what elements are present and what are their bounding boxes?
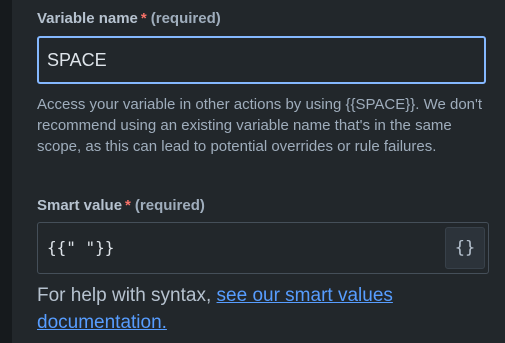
smart-value-editor[interactable]: {{" "}} {}: [37, 222, 489, 274]
required-text: (required): [150, 10, 221, 27]
variable-name-label-text: Variable name: [37, 10, 138, 27]
required-text: (required): [134, 197, 205, 214]
smart-value-label-text: Smart value: [37, 197, 123, 214]
left-pane-edge: [0, 0, 12, 343]
syntax-help-prefix: For help with syntax,: [37, 285, 212, 306]
insert-smart-value-button[interactable]: {}: [445, 227, 485, 269]
required-asterisk: *: [125, 197, 131, 214]
variable-name-help-text: Access your variable in other actions by…: [37, 96, 483, 155]
smart-value-text[interactable]: {{" "}}: [47, 238, 114, 257]
curly-braces-icon: {}: [454, 238, 476, 258]
variable-name-label: Variable name * (required): [37, 10, 221, 27]
variable-name-input[interactable]: [37, 36, 486, 84]
smart-value-label: Smart value * (required): [37, 197, 205, 214]
syntax-help: For help with syntax, see our smart valu…: [37, 282, 477, 336]
required-asterisk: *: [140, 10, 147, 27]
